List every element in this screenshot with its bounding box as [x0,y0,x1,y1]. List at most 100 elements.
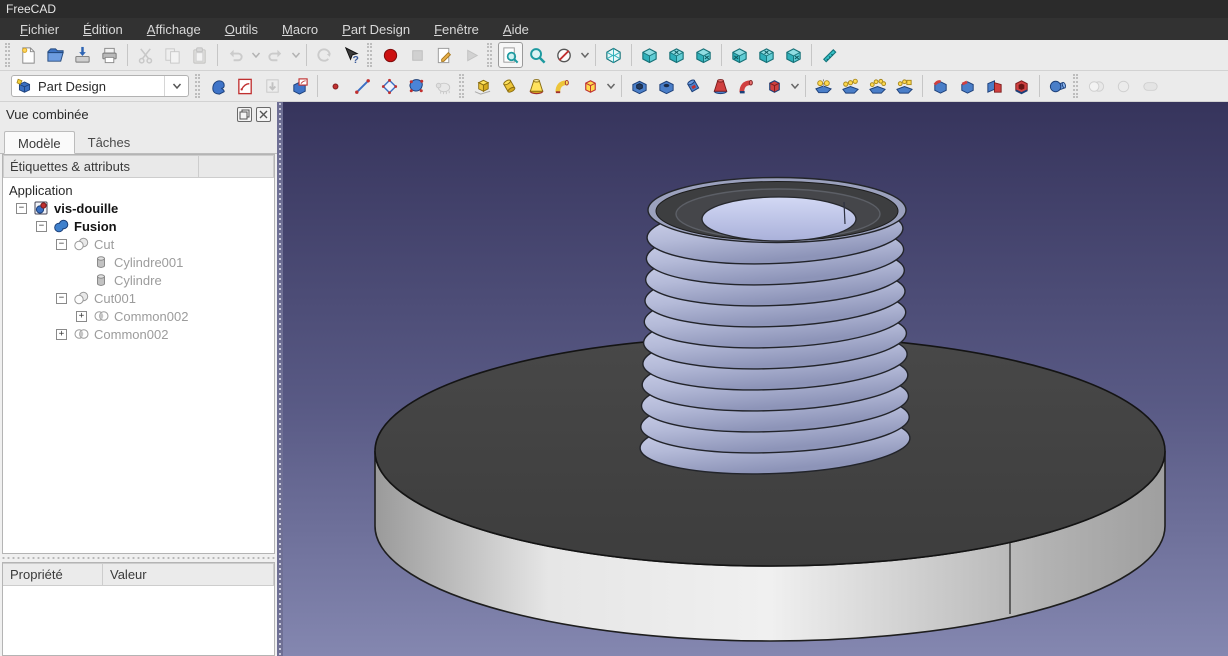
pocket-button[interactable] [627,73,652,99]
property-column-label[interactable]: Propriété [3,563,103,586]
toolbar-grip[interactable] [459,74,464,98]
fillet-button[interactable] [928,73,953,99]
create-sketch-button[interactable] [233,73,258,99]
collapse-icon[interactable]: − [16,203,27,214]
subtractive-loft-button[interactable] [708,73,733,99]
additive-box-button[interactable] [578,73,603,99]
tree-item-cut[interactable]: −Cut [3,235,274,253]
menu-fen-tre[interactable]: Fenêtre [422,20,491,39]
subtractive-box-button[interactable] [762,73,787,99]
thickness-button[interactable] [1009,73,1034,99]
menu-fichier[interactable]: Fichier [8,20,71,39]
fit-all-button[interactable] [498,42,523,68]
groove-button[interactable] [681,73,706,99]
view-right-button[interactable] [691,42,716,68]
zoom-in-button[interactable] [525,42,550,68]
edit-macro-button[interactable] [432,42,457,68]
create-body-button[interactable] [206,73,231,99]
hole-button[interactable] [654,73,679,99]
workbench-dropdown[interactable] [164,76,188,96]
capsule-icon [1141,77,1160,96]
map-sketch-button[interactable] [287,73,312,99]
tree-item-common002[interactable]: + Common002 [3,325,274,343]
view-front-icon [640,46,659,65]
tab-taches[interactable]: Tâches [75,131,144,154]
draft-icon [985,77,1004,96]
menu-affichage[interactable]: Affichage [135,20,213,39]
datum-plane-button[interactable] [377,73,402,99]
float-panel-button[interactable] [237,107,252,122]
toolbar-grip[interactable] [1073,74,1078,98]
draw-style-button[interactable] [552,42,577,68]
menu-macro[interactable]: Macro [270,20,330,39]
mirrored-button[interactable] [811,73,836,99]
whats-this-button[interactable]: ? [339,42,364,68]
menu--dition[interactable]: Édition [71,20,135,39]
tree-item-cylindre[interactable]: Cylindre [3,271,274,289]
tree-item-vis-douille[interactable]: −vis-douille [3,199,274,217]
multi-transform-button[interactable] [892,73,917,99]
toolbar-grip[interactable] [487,43,492,67]
subtractive-pipe-icon [738,77,757,96]
revolution-button[interactable] [497,73,522,99]
toolbar-grip[interactable] [5,43,10,67]
pad-button[interactable] [470,73,495,99]
toolbar-grip[interactable] [195,74,200,98]
view-rear-button[interactable] [727,42,752,68]
subtractive-pipe-button[interactable] [735,73,760,99]
tab-modele[interactable]: Modèle [4,131,75,154]
save-button[interactable] [70,42,95,68]
close-panel-button[interactable] [256,107,271,122]
new-document-button[interactable] [16,42,41,68]
tree-item-cylindre001[interactable]: Cylindre001 [3,253,274,271]
value-column-label[interactable]: Valeur [103,563,274,586]
view-left-button[interactable] [781,42,806,68]
collapse-icon[interactable]: − [36,221,47,232]
toolbar-separator [631,44,632,66]
3d-scene [283,102,1228,656]
expand-icon[interactable]: + [76,311,87,322]
additive-loft-button[interactable] [524,73,549,99]
view-axonometric-icon [604,46,623,65]
expand-icon[interactable]: + [56,329,67,340]
open-folder-button[interactable] [43,42,68,68]
boolean-operation-button[interactable] [1045,73,1070,99]
dropdown-chevron-icon[interactable] [604,73,617,99]
tree-header-label[interactable]: Étiquettes & attributs [3,155,199,178]
workbench-selector[interactable]: Part Design [11,75,189,97]
additive-pipe-button[interactable] [551,73,576,99]
dropdown-chevron-icon[interactable] [578,42,591,68]
collapse-icon[interactable]: − [56,293,67,304]
collapse-icon[interactable]: − [56,239,67,250]
view-top-button[interactable] [664,42,689,68]
measure-button[interactable] [817,42,842,68]
title-bar: FreeCAD [0,0,1228,18]
toolbar-grip[interactable] [367,43,372,67]
print-button[interactable] [97,42,122,68]
tree-item-common002[interactable]: +Common002 [3,307,274,325]
shape-binder-button[interactable] [404,73,429,99]
view-bottom-button[interactable] [754,42,779,68]
tree-item-cut001[interactable]: −Cut001 [3,289,274,307]
view-axonometric-button[interactable] [601,42,626,68]
menu-part-design[interactable]: Part Design [330,20,422,39]
datum-point-button[interactable] [323,73,348,99]
3d-viewport[interactable] [283,102,1228,656]
fusion-icon [53,218,69,234]
menu-outils[interactable]: Outils [213,20,270,39]
mirrored-icon [814,77,833,96]
datum-line-button[interactable] [350,73,375,99]
view-front-button[interactable] [637,42,662,68]
dropdown-chevron-icon[interactable] [788,73,801,99]
draft-button[interactable] [982,73,1007,99]
boss-top-cap[interactable] [648,178,906,243]
menu-aide[interactable]: Aide [491,20,541,39]
tree-property-splitter[interactable] [0,554,277,562]
tree-item-fusion[interactable]: −Fusion [3,217,274,235]
polar-pattern-button[interactable] [865,73,890,99]
record-macro-button[interactable] [378,42,403,68]
tree-item-label: Common002 [94,327,168,342]
linear-pattern-button[interactable] [838,73,863,99]
chamfer-button[interactable] [955,73,980,99]
tree-item-application[interactable]: Application [3,181,274,199]
